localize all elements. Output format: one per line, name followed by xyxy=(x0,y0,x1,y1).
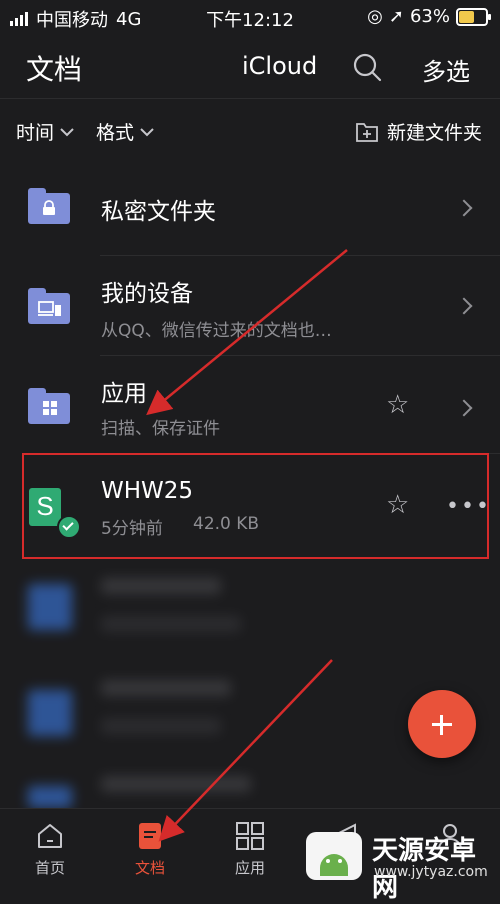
watermark: 天源安卓网 www.jytyaz.com xyxy=(302,826,498,903)
watermark-url: www.jytyaz.com xyxy=(374,864,488,880)
annotation-arrows xyxy=(146,249,348,842)
android-logo-icon xyxy=(306,832,362,880)
